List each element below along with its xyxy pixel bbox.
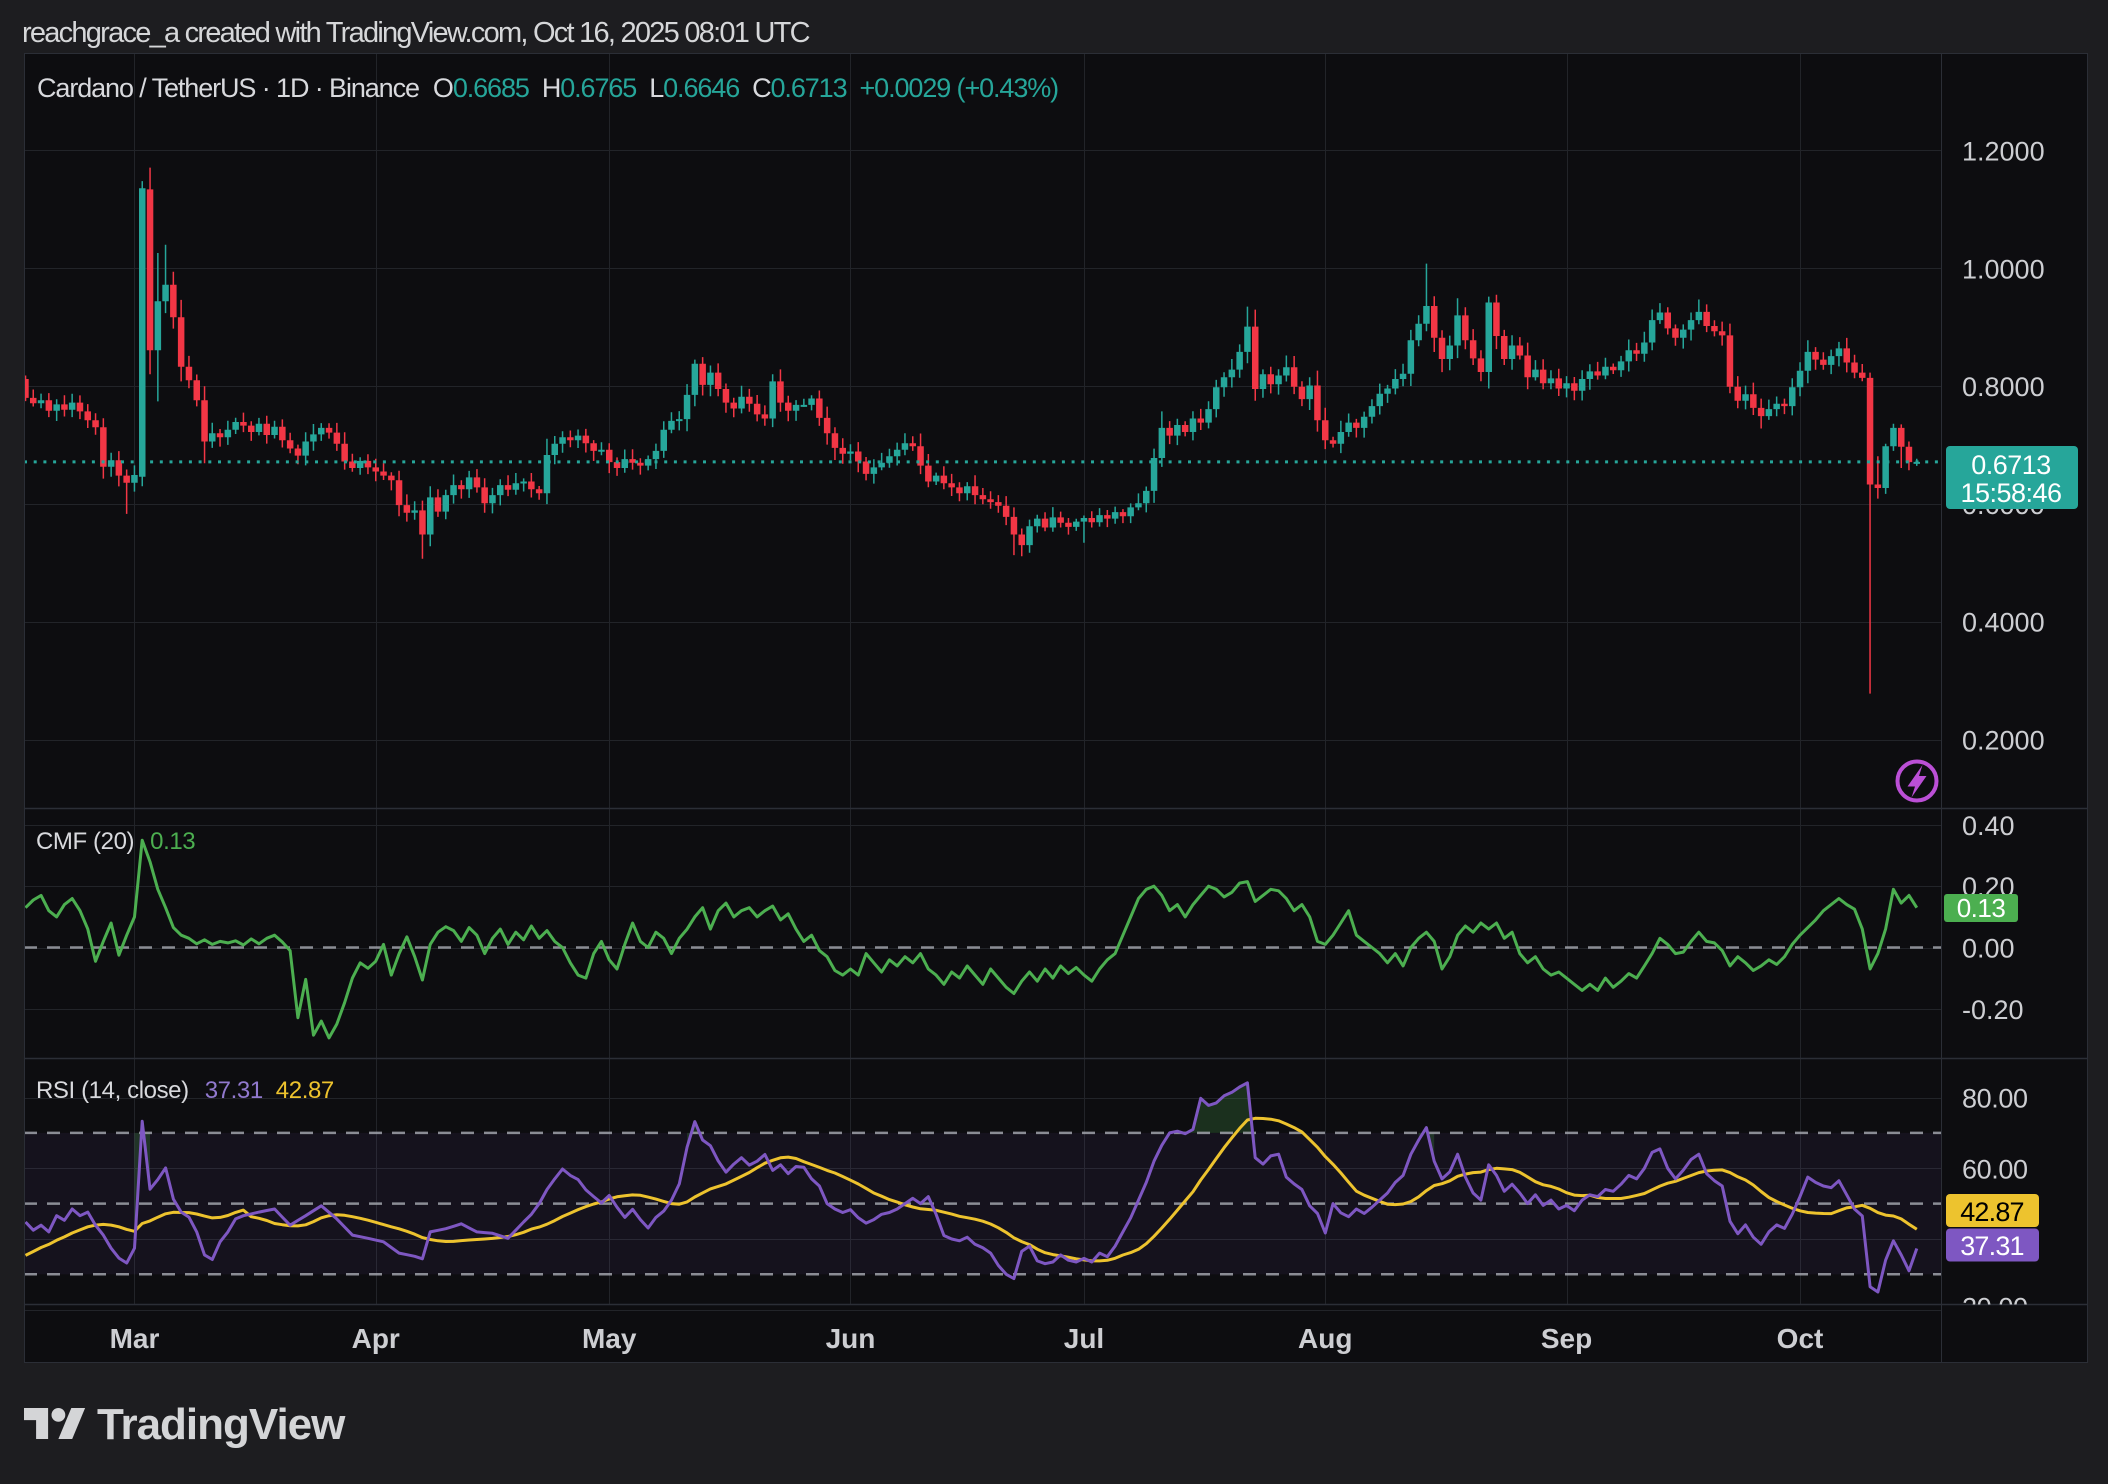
svg-text:42.87: 42.87: [1960, 1197, 2024, 1227]
svg-text:15:58:46: 15:58:46: [1960, 478, 2061, 508]
svg-text:1.0000: 1.0000: [1962, 254, 2045, 284]
svg-text:0.13: 0.13: [1957, 893, 2006, 923]
svg-text:80.00: 80.00: [1962, 1084, 2028, 1114]
svg-text:Jul: Jul: [1064, 1323, 1104, 1354]
svg-text:0.2000: 0.2000: [1962, 726, 2045, 756]
svg-text:0.6713: 0.6713: [1971, 450, 2051, 480]
svg-text:TradingView: TradingView: [97, 1400, 346, 1449]
svg-text:Aug: Aug: [1298, 1323, 1352, 1354]
svg-text:Jun: Jun: [826, 1323, 876, 1354]
svg-text:Oct: Oct: [1777, 1323, 1824, 1354]
svg-text:-0.20: -0.20: [1962, 995, 2024, 1025]
svg-text:Sep: Sep: [1541, 1323, 1592, 1354]
svg-text:RSI (14, close)37.3142.87: RSI (14, close)37.3142.87: [36, 1077, 334, 1104]
svg-text:60.00: 60.00: [1962, 1154, 2028, 1184]
svg-text:Mar: Mar: [110, 1323, 160, 1354]
svg-text:1.2000: 1.2000: [1962, 137, 2045, 167]
svg-text:Cardano / TetherUS · 1D · Bina: Cardano / TetherUS · 1D · BinanceO0.6685…: [37, 73, 1058, 103]
svg-text:May: May: [582, 1323, 637, 1354]
svg-text:0.00: 0.00: [1962, 934, 2015, 964]
svg-text:0.4000: 0.4000: [1962, 608, 2045, 638]
svg-text:0.40: 0.40: [1962, 811, 2015, 841]
svg-text:reachgrace_a created with Trad: reachgrace_a created with TradingView.co…: [22, 17, 810, 49]
svg-text:37.31: 37.31: [1960, 1231, 2024, 1261]
svg-text:CMF (20)0.13: CMF (20)0.13: [36, 828, 195, 855]
svg-text:Apr: Apr: [352, 1323, 400, 1354]
svg-text:0.8000: 0.8000: [1962, 372, 2045, 402]
